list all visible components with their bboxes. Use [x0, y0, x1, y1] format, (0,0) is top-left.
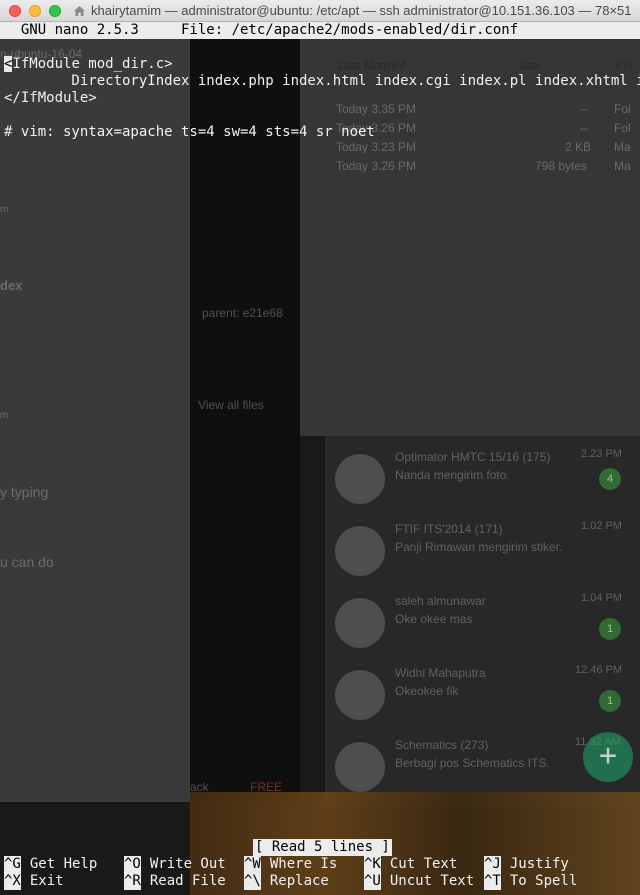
chat-message: Panji Rimawan mengirim stiker.: [395, 540, 563, 554]
home-icon: [74, 5, 85, 16]
chat-unread-badge: 1: [599, 690, 621, 712]
get-help-shortcut[interactable]: ^G Get Help: [4, 856, 124, 873]
chat-time: 1.04 PM: [581, 592, 622, 604]
shortcut-label: Cut Text: [389, 856, 458, 872]
background-text: dex: [0, 278, 23, 293]
chat-message: Nanda mengirim foto.: [395, 468, 510, 482]
shortcut-key: ^K: [364, 856, 381, 873]
shortcut-key: ^G: [4, 856, 21, 873]
shortcut-key: ^R: [124, 873, 141, 890]
shortcut-bar: ^G Get Help ^O Write Out ^W Where Is ^K Cut …: [4, 856, 640, 890]
chat-avatar: [335, 742, 385, 792]
chat-avatar: [335, 670, 385, 720]
file-line[interactable]: [4, 107, 640, 124]
finder-row-kind: Ma: [614, 159, 631, 173]
chat-unread-badge: 4: [599, 468, 621, 490]
chat-time: 12.46 PM: [575, 664, 623, 676]
chat-avatar: [335, 454, 385, 504]
shortcut-label: Write Out: [149, 856, 226, 872]
finder-row-date: Today 3.26 PM: [336, 159, 417, 173]
shortcut-label: Get Help: [29, 856, 98, 872]
shortcut-key: ^X: [4, 873, 21, 890]
terminal-window[interactable]: n-ubuntu-16-04 m dex m y typing u can do…: [0, 22, 640, 895]
shortcut-key: ^W: [244, 856, 261, 873]
shortcut-key: ^\: [244, 873, 261, 890]
chat-avatar: [335, 526, 385, 576]
close-window-button[interactable]: [9, 4, 21, 17]
window-title-text: khairytamim — administrator@ubuntu: /etc…: [91, 3, 632, 18]
file-line[interactable]: # vim: syntax=apache ts=4 sw=4 sts=4 sr …: [4, 124, 640, 141]
finder-row-kind: Ma: [614, 140, 631, 154]
shortcut-label: Justify: [509, 856, 569, 872]
file-content[interactable]: <IfModule mod_dir.c> DirectoryIndex inde…: [4, 56, 640, 141]
file-line[interactable]: <IfModule mod_dir.c>: [4, 56, 640, 73]
finder-row-size: 798 bytes: [535, 159, 588, 173]
chat-time: 1.02 PM: [581, 520, 622, 532]
file-line-rest: IfModule mod_dir.c>: [12, 56, 173, 72]
background-text: m: [0, 410, 9, 421]
minimize-window-button[interactable]: [29, 4, 41, 17]
finder-row-date: Today 3.23 PM: [336, 140, 417, 154]
shortcut-key: ^T: [484, 873, 501, 890]
nano-header: GNU nano 2.5.3 File: /etc/apache2/mods-e…: [0, 22, 640, 39]
shortcut-key: ^J: [484, 856, 501, 873]
chat-message: Okeokee fik: [395, 684, 459, 698]
shortcut-label: Exit: [29, 873, 64, 889]
shortcut-label: Replace: [269, 873, 329, 889]
chat-name: Optimator HMTC 15/16 (175): [395, 450, 551, 464]
to-spell-shortcut[interactable]: ^T To Spell: [484, 873, 604, 890]
chat-message: Berbagi pos Schematics ITS.: [395, 756, 550, 770]
shortcut-row: ^X Exit ^R Read File ^\ Replace ^U Uncut Tex…: [4, 873, 640, 890]
exit-shortcut[interactable]: ^X Exit: [4, 873, 124, 890]
shortcut-key: ^O: [124, 856, 141, 873]
chat-message: Oke okee mas: [395, 612, 473, 626]
chat-name: saleh almunawar: [395, 594, 486, 608]
justify-shortcut[interactable]: ^J Justify: [484, 856, 604, 873]
window-controls: [9, 4, 61, 17]
maximize-window-button[interactable]: [49, 4, 61, 17]
shortcut-label: Read File: [149, 873, 226, 889]
file-line[interactable]: </IfModule>: [4, 90, 640, 107]
chat-name: Widhi Mahaputra: [395, 666, 486, 680]
shortcut-label: To Spell: [509, 873, 578, 889]
chat-time: 2.23 PM: [581, 448, 622, 460]
replace-shortcut[interactable]: ^\ Replace: [244, 873, 364, 890]
where-is-shortcut[interactable]: ^W Where Is: [244, 856, 364, 873]
finder-row-size: 2 KB: [565, 140, 592, 154]
file-line[interactable]: DirectoryIndex index.php index.html inde…: [4, 73, 640, 90]
chat-avatar: [335, 598, 385, 648]
shortcut-label: Uncut Text: [389, 873, 475, 889]
background-text: m: [0, 204, 9, 215]
background-text: u can do: [0, 554, 54, 570]
read-file-shortcut[interactable]: ^R Read File: [124, 873, 244, 890]
chat-unread-badge: 1: [599, 618, 621, 640]
chat-name: FTIF ITS'2014 (171): [395, 522, 503, 536]
background-text: parent: e21e68: [202, 306, 283, 320]
write-out-shortcut[interactable]: ^O Write Out: [124, 856, 244, 873]
window-titlebar: khairytamim — administrator@ubuntu: /etc…: [0, 0, 640, 22]
new-chat-button: +: [583, 732, 633, 782]
cut-text-shortcut[interactable]: ^K Cut Text: [364, 856, 484, 873]
background-text: View all files: [198, 398, 264, 412]
shortcut-key: ^U: [364, 873, 381, 890]
window-title: khairytamim — administrator@ubuntu: /etc…: [73, 3, 632, 18]
shortcut-label: Where Is: [269, 856, 338, 872]
chat-name: Schematics (273): [395, 738, 489, 752]
uncut-text-shortcut[interactable]: ^U Uncut Text: [364, 873, 484, 890]
shortcut-row: ^G Get Help ^O Write Out ^W Where Is ^K Cut …: [4, 856, 640, 873]
background-text: y typing: [0, 484, 49, 500]
status-message: [ Read 5 lines ]: [253, 839, 392, 856]
